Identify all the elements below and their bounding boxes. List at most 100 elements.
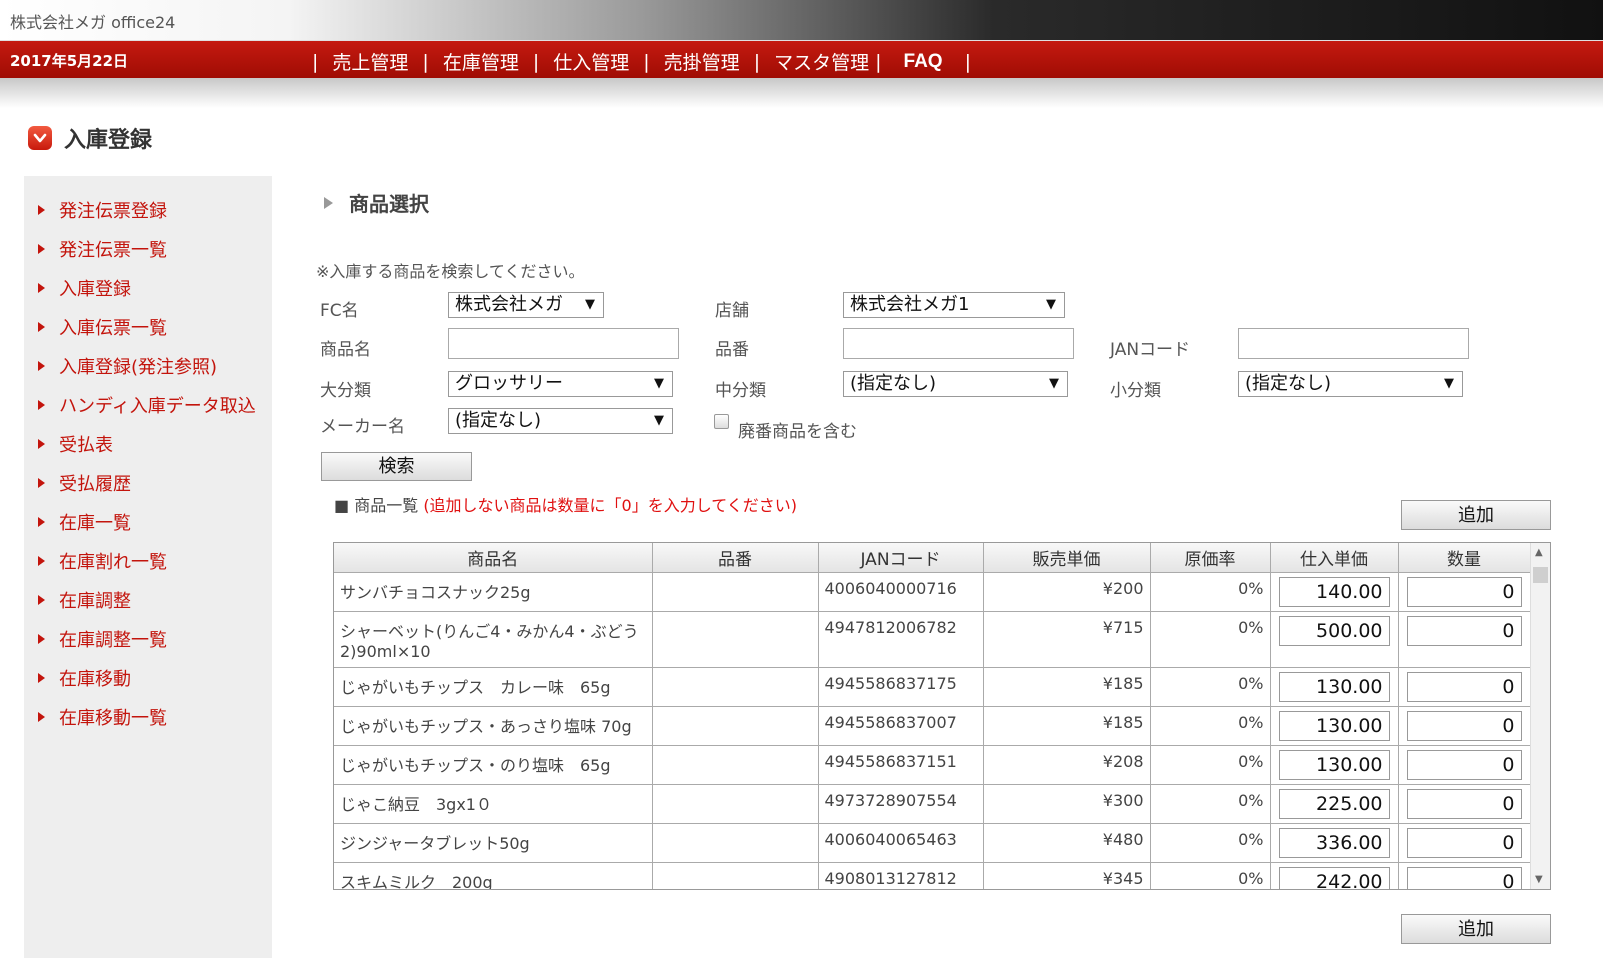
sidebar-item-handy-import[interactable]: ハンディ入庫データ取込 [38,392,256,418]
page-title: 入庫登録 [64,128,153,153]
sidebar-item-label: 発注伝票一覧 [59,240,167,261]
cell-jan: 4945586837007 [818,706,984,746]
cost-input[interactable]: 130.00 [1278,749,1390,780]
nav-item-sales[interactable]: 売上管理 [332,48,408,75]
cell-code [652,823,819,863]
sidebar-item-label: 在庫移動 [59,669,131,690]
column-header-qty[interactable]: 数量 [1398,543,1531,573]
nav-item-receivables[interactable]: 売掛管理 [664,48,740,75]
cell-name: ジンジャータブレット50g [334,823,653,863]
discontinued-checkbox[interactable] [714,414,729,429]
sidebar-item-receiving-register[interactable]: 入庫登録 [38,275,131,301]
maker-select[interactable]: (指定なし) ▼ [448,408,673,434]
sidebar-item-label: 在庫調整 [59,591,131,612]
product-name-input[interactable] [448,328,679,359]
quantity-input[interactable]: 0 [1406,671,1522,702]
sidebar-item-label: ハンディ入庫データ取込 [59,396,256,417]
quantity-input[interactable]: 0 [1406,866,1522,889]
cost-input[interactable]: 336.00 [1278,827,1390,858]
product-no-input[interactable] [843,328,1074,359]
sidebar-item-stock-list[interactable]: 在庫一覧 [38,509,131,535]
cell-price: ¥208 [983,745,1151,785]
store-select[interactable]: 株式会社メガ1 ▼ [843,292,1065,318]
cell-name: じゃがいもチップス・のり塩味 65g [334,745,653,785]
quantity-input[interactable]: 0 [1406,615,1522,646]
add-button-top[interactable]: 追加 [1401,500,1551,530]
cell-jan: 4945586837151 [818,745,984,785]
middle-category-value: (指定なし) [850,373,937,394]
cell-cost: 130.00 [1270,706,1399,746]
table-row: じゃこ納豆 3gx1０ 4973728907554 ¥300 0% 225.00… [334,784,1531,824]
minor-category-select[interactable]: (指定なし) ▼ [1238,371,1463,397]
store-label: 店舗 [715,301,749,321]
quantity-input[interactable]: 0 [1406,827,1522,858]
quantity-input[interactable]: 0 [1406,576,1522,607]
scroll-up-icon[interactable]: ▲ [1535,547,1543,558]
dropdown-arrow-icon: ▼ [1049,376,1059,391]
cell-code [652,862,819,889]
cell-qty: 0 [1398,611,1531,668]
quantity-input[interactable]: 0 [1406,788,1522,819]
sidebar-item-stock-adjust[interactable]: 在庫調整 [38,587,131,613]
cost-input[interactable]: 500.00 [1278,615,1390,646]
caret-right-icon [38,673,45,683]
add-button-bottom[interactable]: 追加 [1401,914,1551,944]
sidebar-item-order-register[interactable]: 発注伝票登録 [38,197,167,223]
sidebar-item-stock-move[interactable]: 在庫移動 [38,665,131,691]
store-select-value: 株式会社メガ1 [850,294,970,315]
sidebar-item-stock-move-list[interactable]: 在庫移動一覧 [38,704,167,730]
nav-separator: | [422,50,429,73]
cell-cost: 140.00 [1270,572,1399,612]
nav-item-inventory[interactable]: 在庫管理 [443,48,519,75]
jan-input[interactable] [1238,328,1469,359]
cell-rate: 0% [1150,667,1271,707]
cell-code [652,572,819,612]
nav-shadow [0,78,1603,108]
nav-separator: | [532,50,540,73]
fc-select[interactable]: 株式会社メガ ▼ [448,292,604,318]
quantity-input[interactable]: 0 [1406,749,1522,780]
maker-label: メーカー名 [320,417,405,437]
cost-input[interactable]: 130.00 [1278,710,1390,741]
caret-right-icon [38,517,45,527]
nav-item-master[interactable]: マスタ管理 [774,48,869,75]
cost-input[interactable]: 242.00 [1278,866,1390,889]
cell-cost: 336.00 [1270,823,1399,863]
cell-price: ¥480 [983,823,1151,863]
column-header-price[interactable]: 販売単価 [983,543,1151,573]
search-button[interactable]: 検索 [321,452,472,481]
table-row: シャーベット(りんご4・みかん4・ぶどう2)90ml×10 4947812006… [334,611,1531,668]
cell-price: ¥200 [983,572,1151,612]
cost-input[interactable]: 130.00 [1278,671,1390,702]
cost-input[interactable]: 225.00 [1278,788,1390,819]
column-header-cost[interactable]: 仕入単価 [1270,543,1399,573]
sidebar-item-stock-shortage[interactable]: 在庫割れ一覧 [38,548,167,574]
sidebar-item-order-list[interactable]: 発注伝票一覧 [38,236,167,262]
column-header-code[interactable]: 品番 [652,543,819,573]
nav-item-faq[interactable]: FAQ [904,51,943,73]
cell-code [652,611,819,668]
quantity-input[interactable]: 0 [1406,710,1522,741]
cost-input[interactable]: 140.00 [1278,576,1390,607]
column-header-jan[interactable]: JANコード [818,543,984,573]
middle-category-select[interactable]: (指定なし) ▼ [843,371,1068,397]
sidebar-item-stock-adjust-list[interactable]: 在庫調整一覧 [38,626,167,652]
current-date: 2017年5月22日 [10,52,129,70]
maker-select-value: (指定なし) [455,410,542,431]
column-header-name[interactable]: 商品名 [334,543,653,573]
cell-qty: 0 [1398,862,1531,889]
nav-item-purchase[interactable]: 仕入管理 [553,48,629,75]
sidebar-item-receiving-list[interactable]: 入庫伝票一覧 [38,314,167,340]
major-category-select[interactable]: グロッサリー ▼ [448,371,673,397]
cell-code [652,784,819,824]
scrollbar-thumb[interactable] [1533,567,1548,583]
cell-rate: 0% [1150,823,1271,863]
scroll-down-icon[interactable]: ▼ [1535,874,1543,885]
sidebar-item-receiving-from-order[interactable]: 入庫登録(発注参照) [38,353,217,379]
sidebar-item-inout-history[interactable]: 受払履歴 [38,470,131,496]
sidebar-item-inout-table[interactable]: 受払表 [38,431,113,457]
table-row: じゃがいもチップス・あっさり塩味 70g 4945586837007 ¥185 … [334,706,1531,746]
table-scrollbar[interactable]: ▲ ▼ [1530,543,1550,889]
table-row: ジンジャータブレット50g 4006040065463 ¥480 0% 336.… [334,823,1531,863]
column-header-rate[interactable]: 原価率 [1150,543,1271,573]
